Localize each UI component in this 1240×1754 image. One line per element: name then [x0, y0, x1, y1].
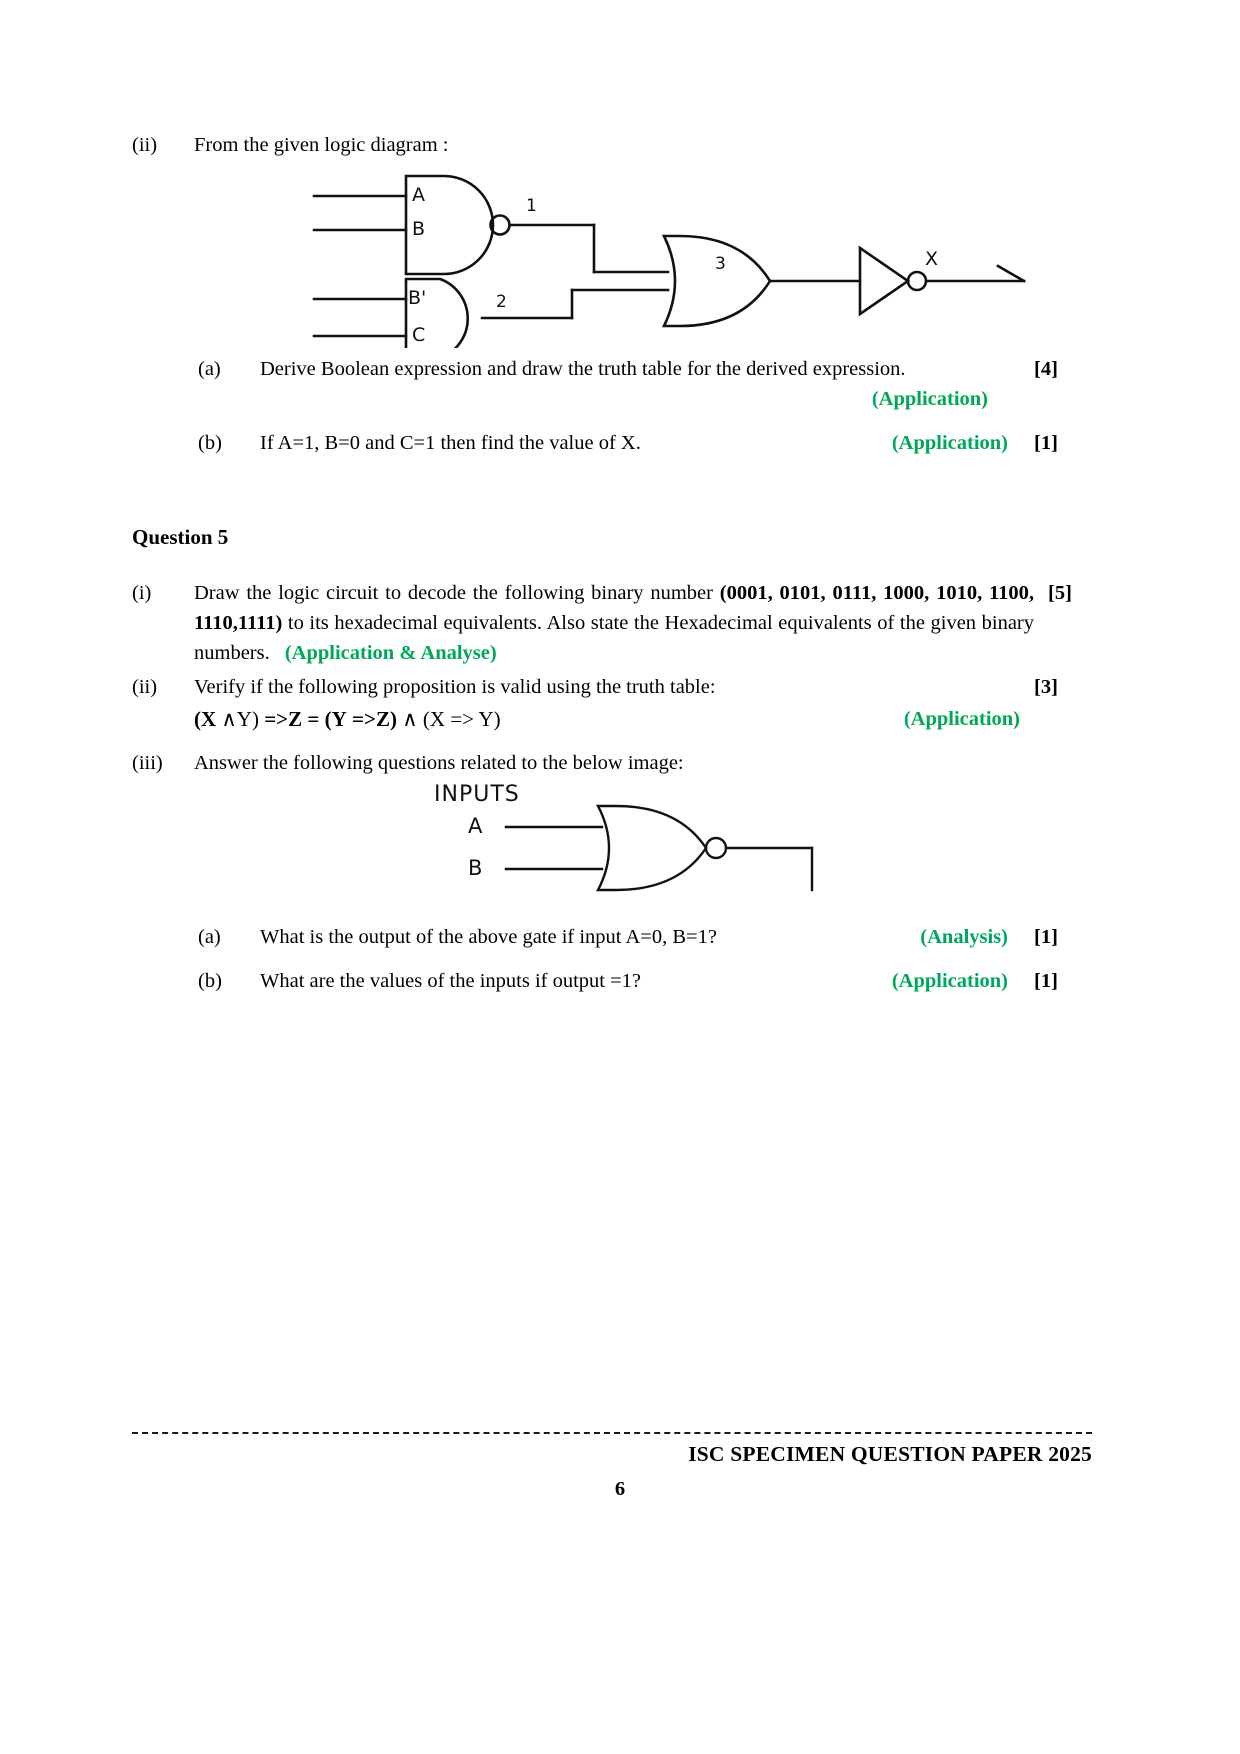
item-number: (i) [132, 582, 152, 604]
document-page: (ii) From the given logic diagram : A B … [0, 0, 1240, 1754]
diagram1-node-3: 3 [715, 254, 726, 274]
page-number: 6 [614, 1478, 626, 1500]
marks-value: [4] [1034, 358, 1058, 380]
marks-value: [3] [1034, 676, 1058, 698]
question5-heading: Question 5 [132, 525, 229, 549]
diagram2-label-b: B [468, 856, 483, 880]
diagram1-label-b-prime: B' [408, 287, 427, 309]
question5-part-b: (b) What are the values of the inputs if… [198, 966, 1092, 996]
skill-tag: (Application) [903, 708, 1020, 730]
item-number: (iii) [132, 752, 163, 774]
skill-tag: (Analysis) [920, 926, 1008, 948]
marks-value: [1] [1034, 926, 1058, 948]
question5-item-iii: (iii) Answer the following questions rel… [132, 748, 1092, 778]
part-text: If A=1, B=0 and C=1 then find the value … [260, 432, 641, 454]
item-text: Verify if the following proposition is v… [194, 676, 716, 698]
question5-part-a: (a) What is the output of the above gate… [198, 922, 1092, 952]
diagram2-label-a: A [468, 814, 483, 838]
item-text: Answer the following questions related t… [194, 752, 684, 774]
logic-diagram-1: A B B' C 1 2 3 X [132, 162, 1092, 348]
question5-proposition-row: (X ∧Y) =>Z = (Y =>Z) ∧ (X => Y) (Applica… [132, 704, 1092, 734]
diagram1-node-1: 1 [526, 196, 537, 216]
page-content: (ii) From the given logic diagram : A B … [132, 130, 1092, 998]
logic-diagram-2: INPUTS A B [132, 780, 1092, 910]
diagram1-output-x: X [925, 248, 939, 270]
diagram1-label-a: A [412, 184, 425, 206]
marks-value: [1] [1034, 970, 1058, 992]
question4-part-a: (a) Derive Boolean expression and draw t… [198, 354, 1092, 414]
part-number: (a) [198, 358, 221, 380]
part-text: What are the values of the inputs if out… [260, 970, 642, 992]
part-number: (a) [198, 926, 221, 948]
question5-item-ii: (ii) Verify if the following proposition… [132, 672, 1092, 702]
question4-item-ii: (ii) From the given logic diagram : [132, 130, 1092, 160]
skill-tag: (Application) [871, 388, 988, 410]
footer-title: ISC SPECIMEN QUESTION PAPER 2025 [688, 1442, 1092, 1466]
item-number: (ii) [132, 676, 158, 698]
marks-value: [5] [1048, 582, 1072, 604]
skill-tag: (Application) [891, 432, 1008, 454]
item-number: (ii) [132, 134, 158, 156]
diagram1-node-2: 2 [496, 292, 507, 312]
diagram1-label-b: B [412, 218, 426, 240]
marks-value: [1] [1034, 432, 1058, 454]
part-text: Derive Boolean expression and draw the t… [260, 358, 906, 380]
question4-part-b: (b) If A=1, B=0 and C=1 then find the va… [198, 428, 1092, 458]
proposition-expression: (X ∧Y) =>Z = (Y =>Z) ∧ (X => Y) [194, 707, 501, 731]
part-text: What is the output of the above gate if … [260, 926, 717, 948]
item-text: From the given logic diagram : [194, 134, 449, 156]
question5-item-i: (i) Draw the logic circuit to decode the… [132, 578, 1092, 668]
diagram1-label-c: C [412, 324, 426, 346]
part-number: (b) [198, 970, 222, 992]
item-text-part1: Draw the logic circuit to decode the fol… [194, 582, 720, 604]
skill-tag: (Application & Analyse) [284, 642, 497, 664]
footer-divider [132, 1432, 1092, 1434]
skill-tag: (Application) [891, 970, 1008, 992]
part-number: (b) [198, 432, 222, 454]
